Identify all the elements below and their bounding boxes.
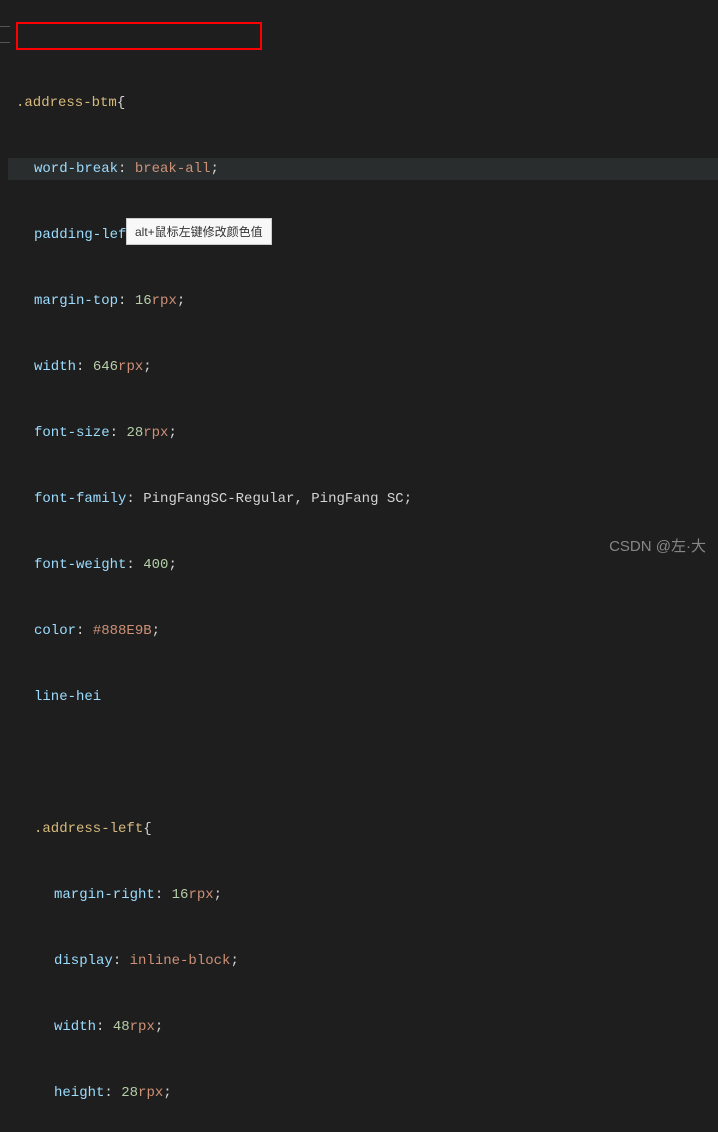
property: padding-left xyxy=(34,227,135,243)
number: 28 xyxy=(126,425,143,441)
value: break-all xyxy=(135,161,211,177)
number: 646 xyxy=(93,359,118,375)
code-editor[interactable]: .address-btm{ word-break: break-all; pad… xyxy=(0,0,718,1132)
unit: rpx xyxy=(143,425,168,441)
property: word-break xyxy=(34,161,118,177)
code-line[interactable]: padding-left: 8rpx; xyxy=(8,224,718,246)
value: PingFangSC-Regular, PingFang SC xyxy=(143,491,403,507)
code-line[interactable]: margin-top: 16rpx; xyxy=(8,290,718,312)
unit: rpx xyxy=(130,1019,155,1035)
property: width xyxy=(34,359,76,375)
selector: .address-btm xyxy=(16,95,117,111)
unit: rpx xyxy=(138,1085,163,1101)
property: line-hei xyxy=(34,689,101,705)
color-tooltip: alt+鼠标左键修改颜色值 xyxy=(126,218,272,245)
watermark: CSDN @左·大 xyxy=(609,535,706,556)
property: font-family xyxy=(34,491,126,507)
value: inline-block xyxy=(130,953,231,969)
hex-color: #888E9B xyxy=(93,623,152,639)
number: 48 xyxy=(113,1019,130,1035)
number: 16 xyxy=(172,887,189,903)
code-line[interactable]: height: 28rpx; xyxy=(8,1082,718,1104)
code-line[interactable]: font-weight: 400; xyxy=(8,554,718,576)
unit: rpx xyxy=(118,359,143,375)
code-line[interactable] xyxy=(8,752,718,774)
code-line[interactable]: .address-btm{ xyxy=(8,92,718,114)
highlight-box xyxy=(16,22,262,50)
number: 16 xyxy=(135,293,152,309)
number: 400 xyxy=(143,557,168,573)
unit: rpx xyxy=(152,293,177,309)
code-line[interactable]: width: 48rpx; xyxy=(8,1016,718,1038)
code-line[interactable]: word-break: break-all; xyxy=(8,158,718,180)
property: margin-top xyxy=(34,293,118,309)
code-line[interactable]: width: 646rpx; xyxy=(8,356,718,378)
property: display xyxy=(54,953,113,969)
property: width xyxy=(54,1019,96,1035)
gutter-diff-mark xyxy=(0,26,10,43)
code-line[interactable]: .address-left{ xyxy=(8,818,718,840)
property: font-size xyxy=(34,425,110,441)
code-line[interactable]: line-hei xyxy=(8,686,718,708)
code-line[interactable]: font-size: 28rpx; xyxy=(8,422,718,444)
code-line[interactable]: font-family: PingFangSC-Regular, PingFan… xyxy=(8,488,718,510)
code-line[interactable]: margin-right: 16rpx; xyxy=(8,884,718,906)
property: margin-right xyxy=(54,887,155,903)
unit: rpx xyxy=(188,887,213,903)
property: color xyxy=(34,623,76,639)
code-line[interactable]: display: inline-block; xyxy=(8,950,718,972)
property: font-weight xyxy=(34,557,126,573)
number: 28 xyxy=(121,1085,138,1101)
selector: .address-left xyxy=(34,821,143,837)
brace: { xyxy=(117,95,125,111)
code-line[interactable]: color: #888E9B; xyxy=(8,620,718,642)
property: height xyxy=(54,1085,104,1101)
